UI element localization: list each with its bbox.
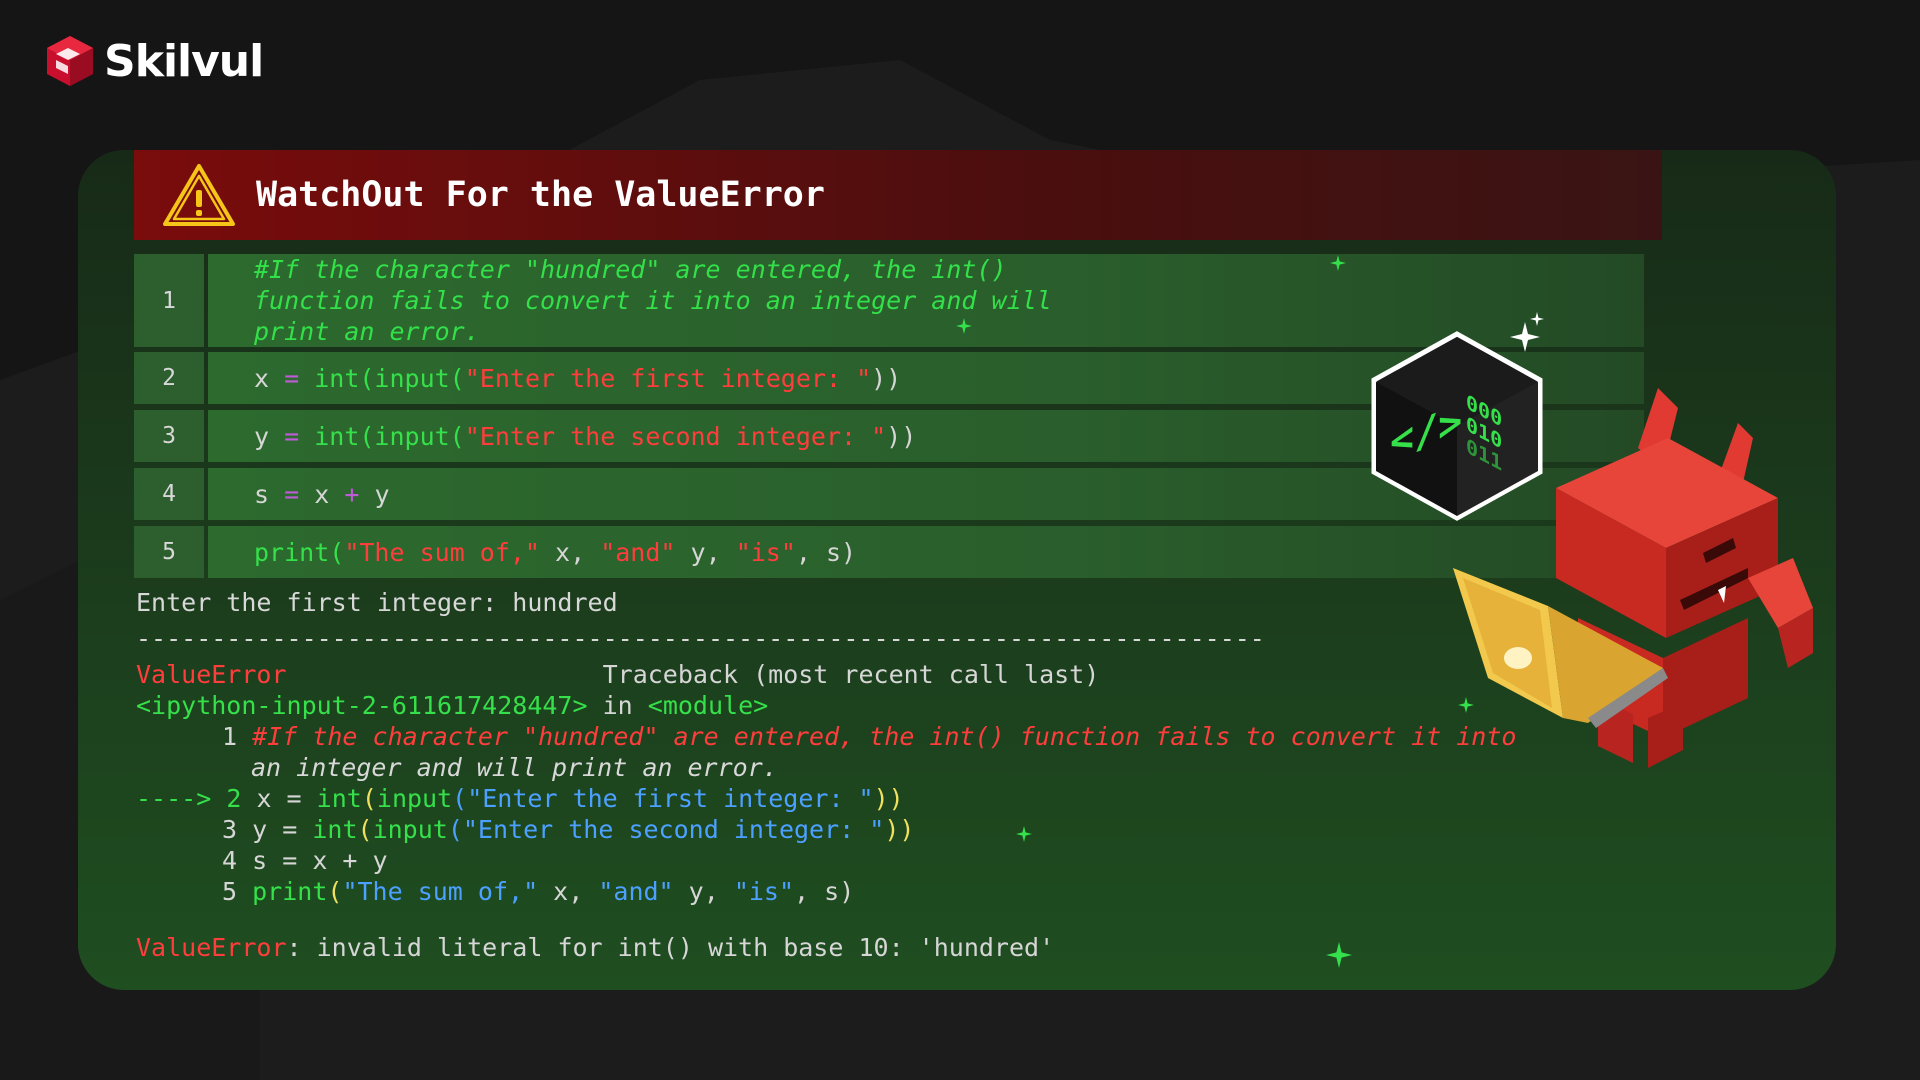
code-string: "The sum of," bbox=[344, 537, 540, 567]
traceback-location: <ipython-input-2-611617428447> in <modul… bbox=[136, 691, 768, 720]
code-var: s bbox=[254, 479, 270, 509]
tb-paren: ( bbox=[327, 877, 343, 906]
tb-line-number: 3 bbox=[222, 815, 238, 844]
input-reference: <ipython-input-2-611617428447> bbox=[136, 691, 588, 720]
traceback-line-3: 3 y = int(input("Enter the second intege… bbox=[222, 815, 914, 844]
tb-string: ("Enter the second integer: " bbox=[447, 815, 885, 844]
tb-string: ("Enter the first integer: " bbox=[452, 784, 874, 813]
sparkle-icon bbox=[956, 318, 972, 334]
warning-triangle-icon bbox=[163, 164, 235, 226]
sparkle-icon bbox=[1326, 942, 1352, 968]
line-number: 4 bbox=[134, 468, 204, 520]
code-var: x bbox=[314, 479, 330, 509]
tb-func: int bbox=[312, 815, 358, 844]
traceback-line-4: 4 s = x + y bbox=[222, 846, 388, 875]
tb-string: "The sum of," bbox=[342, 877, 539, 906]
module-name: <module> bbox=[647, 691, 769, 720]
tb-string: "and" bbox=[598, 877, 674, 906]
code-var: y bbox=[374, 479, 390, 509]
tb-code: y, bbox=[673, 877, 734, 906]
code-string: "and" bbox=[600, 537, 676, 567]
line-number: 3 bbox=[134, 410, 204, 462]
brand-logo[interactable]: Skilvul bbox=[44, 34, 264, 88]
tb-close: )) bbox=[884, 815, 915, 844]
sparkle-icon bbox=[1458, 697, 1474, 713]
sparkle-icon bbox=[1016, 826, 1032, 842]
tb-paren: ( bbox=[361, 784, 377, 813]
output-prompt-line: Enter the first integer: hundred bbox=[136, 588, 618, 617]
code-var: y bbox=[254, 421, 270, 451]
code-text: y, bbox=[675, 537, 736, 567]
tb-line-number: 5 bbox=[222, 877, 238, 906]
tb-func: int bbox=[316, 784, 362, 813]
sparkle-icon bbox=[1530, 312, 1544, 326]
code-text: x, bbox=[539, 537, 601, 567]
tb-line-number: 1 bbox=[222, 722, 238, 751]
code-operator: = bbox=[269, 421, 315, 451]
skilvul-logo-icon bbox=[47, 36, 93, 86]
tb-code: , s) bbox=[794, 877, 855, 906]
in-word: in bbox=[587, 691, 648, 720]
traceback-line-5: 5 print("The sum of," x, "and" y, "is", … bbox=[222, 877, 854, 906]
error-arrow: ----> bbox=[136, 784, 212, 813]
traceback-line-2: ----> 2 x = int(input("Enter the first i… bbox=[136, 784, 904, 813]
tb-close: )) bbox=[873, 784, 904, 813]
tb-code: y = bbox=[252, 815, 313, 844]
devil-mascot-icon bbox=[1453, 388, 1813, 768]
title-banner: WatchOut For the ValueError bbox=[134, 150, 1662, 240]
traceback-line-1-cont: an integer and will print an error. bbox=[251, 753, 778, 782]
brand-name: Skilvul bbox=[104, 35, 264, 87]
sparkle-icon bbox=[1510, 322, 1540, 352]
tb-code: x, bbox=[538, 877, 599, 906]
tb-func: print bbox=[252, 877, 328, 906]
code-function: int(input( bbox=[314, 363, 465, 393]
error-message: : invalid literal for int() with base 10… bbox=[286, 933, 1055, 962]
tb-string: "is" bbox=[733, 877, 795, 906]
tb-comment: #If the character "hundred" are entered,… bbox=[252, 722, 1517, 751]
sparkle-icon bbox=[1330, 255, 1346, 271]
final-error-line: ValueError: invalid literal for int() wi… bbox=[136, 933, 1054, 962]
traceback-line-1: 1 #If the character "hundred" are entere… bbox=[222, 722, 1516, 751]
tb-func: input bbox=[376, 784, 453, 813]
tb-line-number: 2 bbox=[226, 784, 242, 813]
code-var: x bbox=[254, 363, 270, 393]
code-string: "Enter the first integer: " bbox=[464, 363, 872, 393]
line-number: 5 bbox=[134, 526, 204, 578]
code-function: print( bbox=[254, 537, 345, 567]
line-number: 1 bbox=[134, 254, 204, 347]
line-number: 2 bbox=[134, 352, 204, 404]
code-text: , s) bbox=[795, 537, 857, 567]
code-string: "Enter the second integer: " bbox=[464, 421, 887, 451]
tb-paren: ( bbox=[357, 815, 373, 844]
code-line-5: 5 print("The sum of," x, "and" y, "is", … bbox=[134, 526, 1644, 578]
tb-func: input bbox=[372, 815, 448, 844]
code-operator: = bbox=[269, 479, 315, 509]
code-close: )) bbox=[886, 421, 917, 451]
tb-code: x = bbox=[256, 784, 317, 813]
output-divider: ----------------------------------------… bbox=[136, 624, 1265, 653]
traceback-header: ValueError Traceback (most recent call l… bbox=[136, 660, 1099, 689]
code-close: )) bbox=[871, 363, 902, 393]
error-name: ValueError bbox=[136, 660, 287, 689]
tb-code: s = x + y bbox=[252, 846, 388, 875]
code-function: int(input( bbox=[314, 421, 465, 451]
code-operator: = bbox=[269, 363, 315, 393]
code-content: print("The sum of," x, "and" y, "is", s) bbox=[208, 526, 1644, 578]
error-name: ValueError bbox=[136, 933, 287, 962]
tb-line-number: 4 bbox=[222, 846, 238, 875]
traceback-label: Traceback (most recent call last) bbox=[602, 660, 1100, 689]
code-string: "is" bbox=[735, 537, 796, 567]
code-operator: + bbox=[329, 479, 375, 509]
page-title: WatchOut For the ValueError bbox=[256, 175, 825, 215]
